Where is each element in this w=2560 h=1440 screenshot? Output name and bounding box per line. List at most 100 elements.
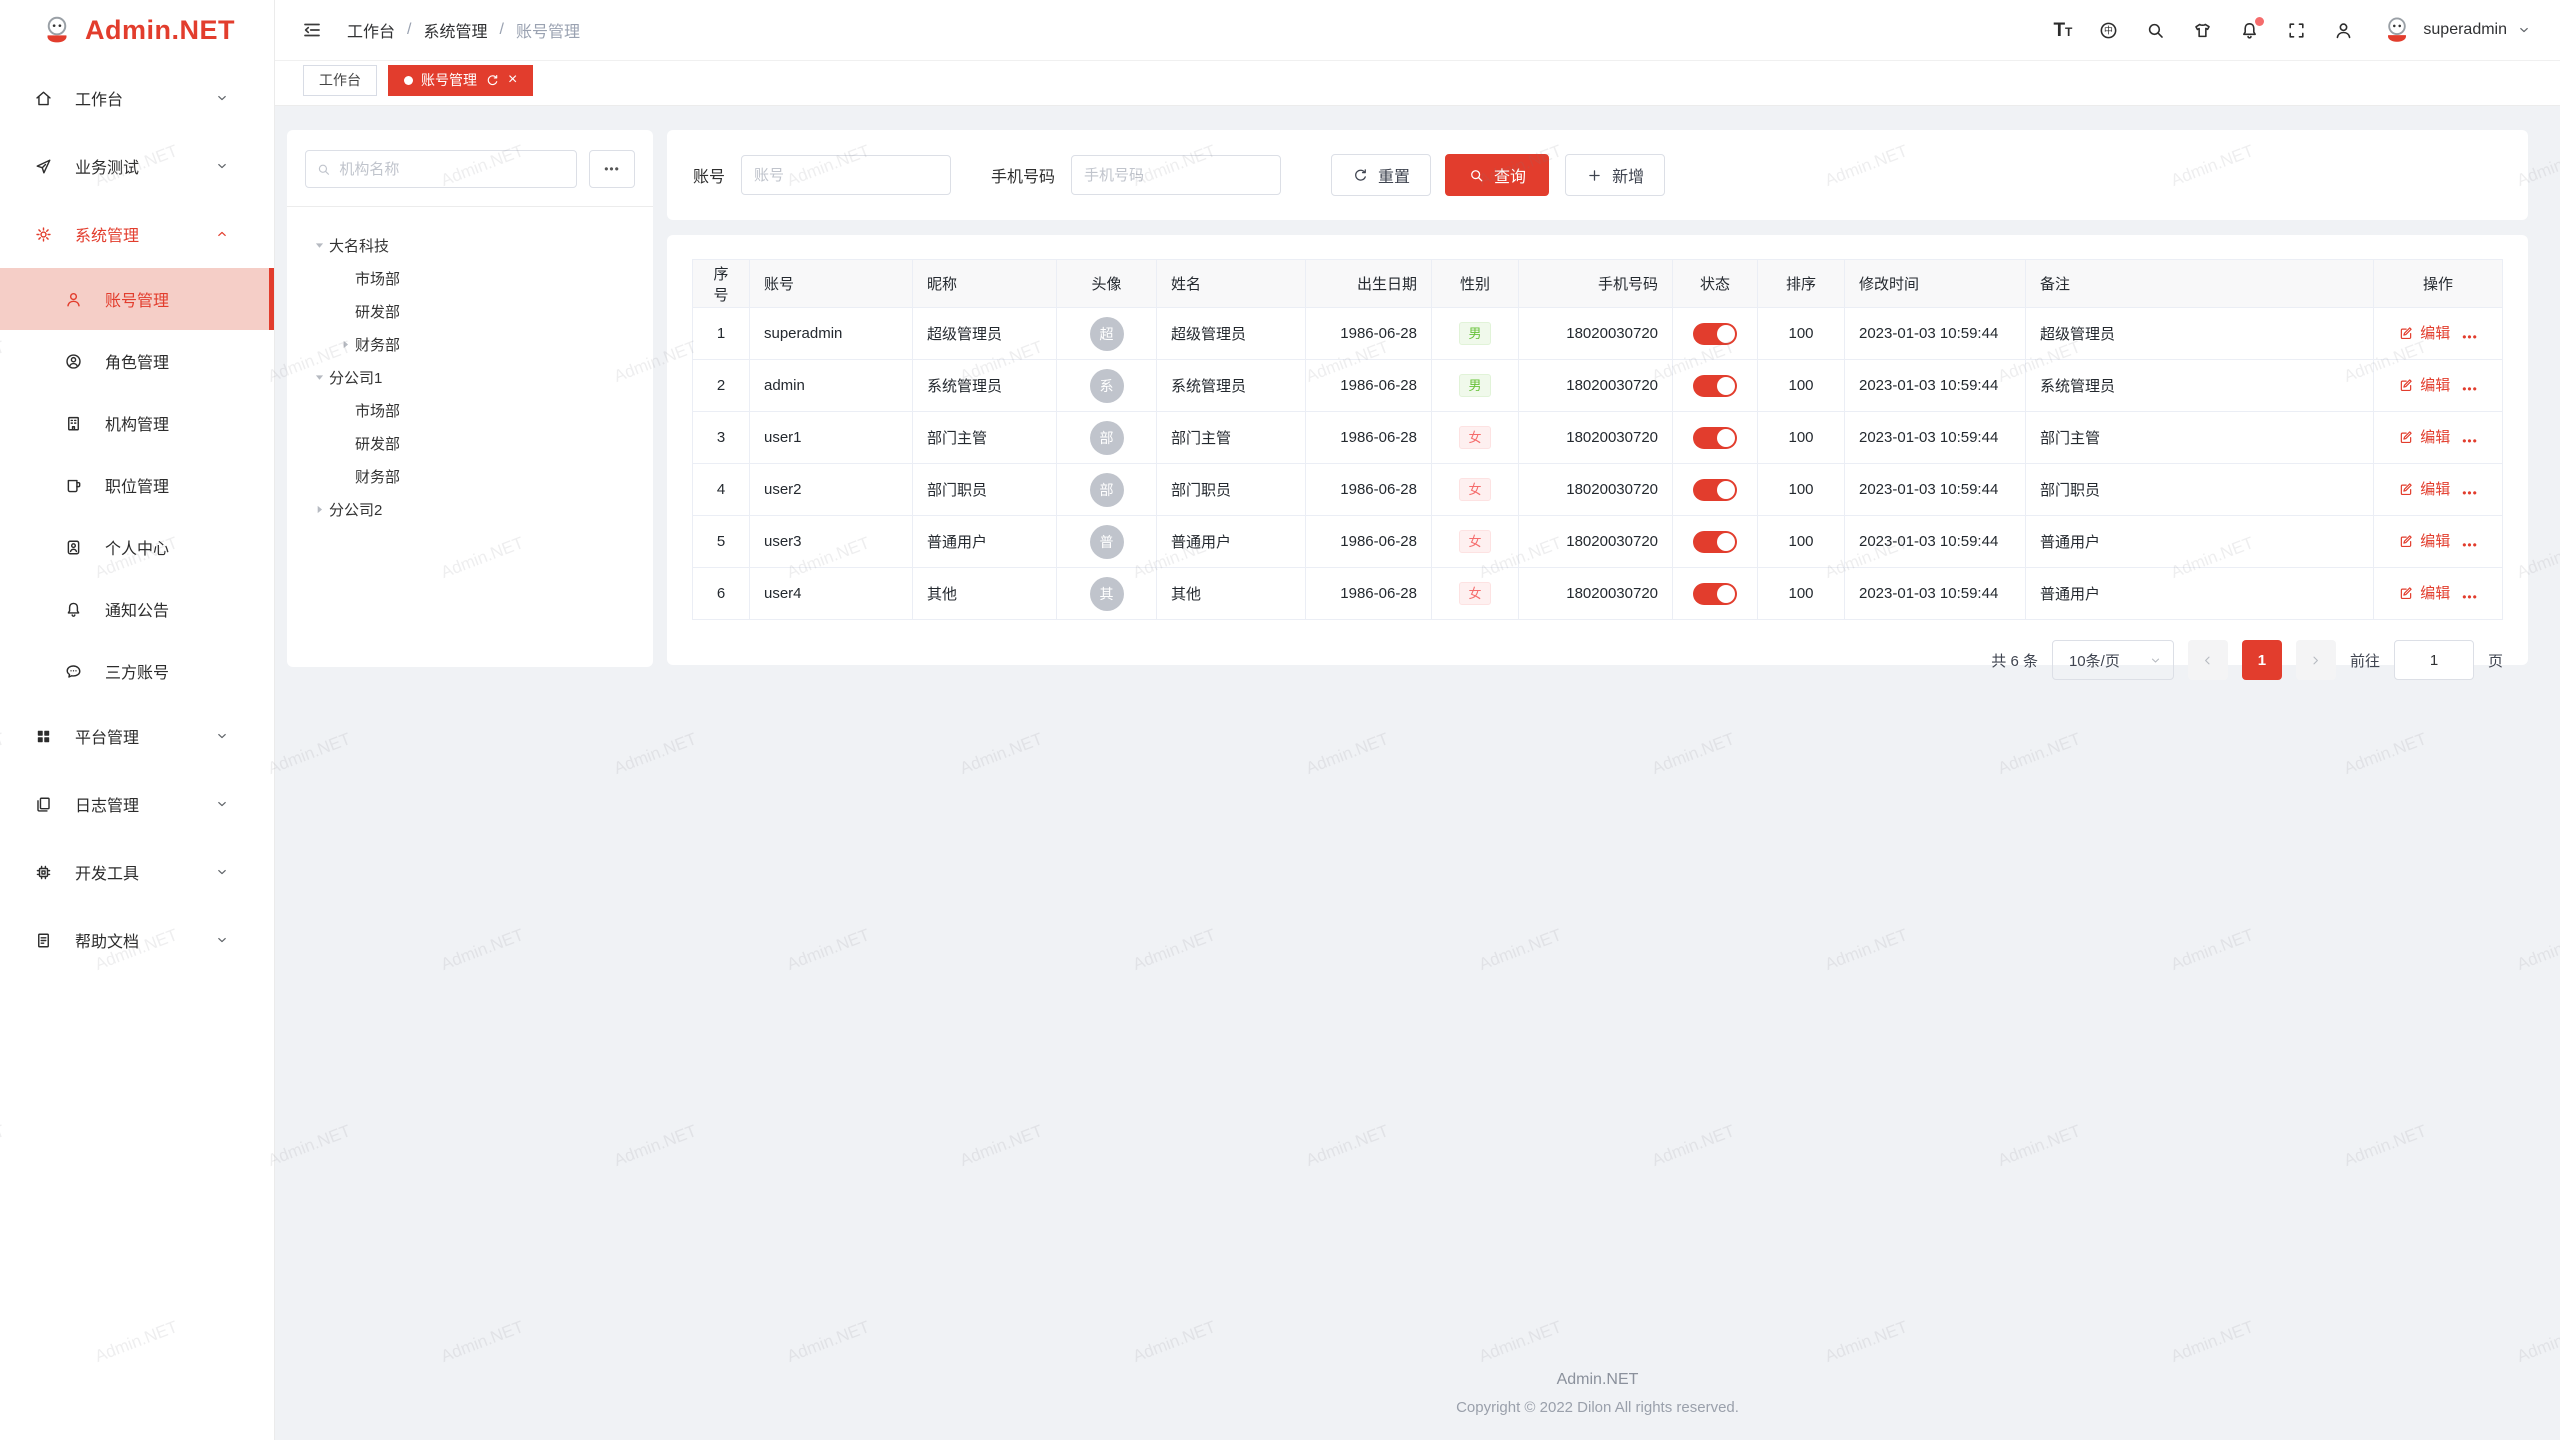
tree-node-研发部[interactable]: 研发部 xyxy=(309,295,645,328)
sidebar-item-label: 通知公告 xyxy=(105,597,169,621)
sidebar-item-日志管理[interactable]: 日志管理 xyxy=(0,770,274,838)
status-toggle[interactable] xyxy=(1693,323,1737,345)
theme-button[interactable] xyxy=(2192,20,2213,41)
edit-button[interactable]: 编辑 xyxy=(2398,426,2450,447)
cell-action: 编辑 ••• xyxy=(2374,516,2503,568)
sidebar-item-三方账号[interactable]: 三方账号 xyxy=(0,640,274,702)
edit-button[interactable]: 编辑 xyxy=(2398,582,2450,603)
sidebar-item-平台管理[interactable]: 平台管理 xyxy=(0,702,274,770)
tree-node-研发部[interactable]: 研发部 xyxy=(309,427,645,460)
sidebar-item-职位管理[interactable]: 职位管理 xyxy=(0,454,274,516)
language-button[interactable]: 中 xyxy=(2098,20,2119,41)
status-toggle[interactable] xyxy=(1693,375,1737,397)
status-toggle[interactable] xyxy=(1693,583,1737,605)
tree-node-大名科技[interactable]: 大名科技 xyxy=(309,229,645,262)
chat-icon xyxy=(64,662,83,681)
query-button[interactable]: 查询 xyxy=(1445,154,1549,196)
search-button[interactable] xyxy=(2145,20,2166,41)
tree-node-财务部[interactable]: 财务部 xyxy=(309,328,645,361)
tab-工作台[interactable]: 工作台 xyxy=(303,65,377,96)
tree-node-市场部[interactable]: 市场部 xyxy=(309,394,645,427)
sidebar-item-机构管理[interactable]: 机构管理 xyxy=(0,392,274,454)
phone-filter-input[interactable] xyxy=(1071,155,1281,195)
page-unit-label: 页 xyxy=(2488,650,2503,671)
edit-button[interactable]: 编辑 xyxy=(2398,478,2450,499)
org-search-input[interactable] xyxy=(339,161,566,178)
more-actions-button[interactable]: ••• xyxy=(2462,486,2478,500)
prev-page-button[interactable] xyxy=(2188,640,2228,680)
table-row-user1: 3user1部门主管部部门主管1986-06-28女18020030720100… xyxy=(693,412,2503,464)
tree-node-分公司1[interactable]: 分公司1 xyxy=(309,361,645,394)
cell-remark: 部门主管 xyxy=(2026,412,2374,464)
sidebar-item-通知公告[interactable]: 通知公告 xyxy=(0,578,274,640)
cell-name: 其他 xyxy=(1157,568,1306,620)
tab-账号管理[interactable]: 账号管理× xyxy=(388,65,533,96)
more-actions-button[interactable]: ••• xyxy=(2462,330,2478,344)
sidebar-item-个人中心[interactable]: 个人中心 xyxy=(0,516,274,578)
cell-status xyxy=(1673,308,1758,360)
page-1-button[interactable]: 1 xyxy=(2242,640,2282,680)
notification-button[interactable] xyxy=(2239,20,2260,41)
grid-icon xyxy=(34,727,53,746)
column-header-备注: 备注 xyxy=(2026,260,2374,308)
fullscreen-button[interactable] xyxy=(2286,20,2307,41)
edit-button[interactable]: 编辑 xyxy=(2398,530,2450,551)
sidebar-item-label: 角色管理 xyxy=(105,349,169,373)
breadcrumb-item[interactable]: 工作台 xyxy=(347,18,395,42)
column-header-出生日期: 出生日期 xyxy=(1306,260,1432,308)
user-menu[interactable]: superadmin xyxy=(2380,13,2532,47)
sidebar-item-角色管理[interactable]: 角色管理 xyxy=(0,330,274,392)
edit-button[interactable]: 编辑 xyxy=(2398,322,2450,343)
org-search-box[interactable] xyxy=(305,150,577,188)
sidebar-item-label: 开发工具 xyxy=(75,860,139,884)
more-actions-button[interactable]: ••• xyxy=(2462,434,2478,448)
cell-index: 1 xyxy=(693,308,750,360)
menu-collapse-button[interactable] xyxy=(301,19,323,41)
cell-index: 3 xyxy=(693,412,750,464)
reset-button[interactable]: 重置 xyxy=(1331,154,1431,196)
profile-button[interactable] xyxy=(2333,20,2354,41)
cell-remark: 部门职员 xyxy=(2026,464,2374,516)
content: ••• 大名科技市场部研发部财务部分公司1市场部研发部财务部分公司2 账号 手机… xyxy=(275,106,2560,1440)
close-icon[interactable]: × xyxy=(508,72,517,88)
tree-node-分公司2[interactable]: 分公司2 xyxy=(309,493,645,526)
search-icon xyxy=(316,161,331,178)
org-more-button[interactable]: ••• xyxy=(589,150,635,188)
status-toggle[interactable] xyxy=(1693,479,1737,501)
org-tree: 大名科技市场部研发部财务部分公司1市场部研发部财务部分公司2 xyxy=(287,207,653,526)
sidebar-item-工作台[interactable]: 工作台 xyxy=(0,64,274,132)
gender-badge: 女 xyxy=(1459,426,1490,449)
topbar: 工作台/系统管理/账号管理 TT中 superadmin xyxy=(275,0,2560,60)
sidebar-item-系统管理[interactable]: 系统管理 xyxy=(0,200,274,268)
avatar: 部 xyxy=(1090,473,1124,507)
account-filter-input[interactable] xyxy=(741,155,951,195)
cell-modified: 2023-01-03 10:59:44 xyxy=(1845,308,2026,360)
cell-remark: 超级管理员 xyxy=(2026,308,2374,360)
accounts-table-card: 序号账号昵称头像姓名出生日期性别手机号码状态排序修改时间备注操作 1supera… xyxy=(667,235,2528,665)
cell-account: user3 xyxy=(750,516,913,568)
goto-page-input[interactable] xyxy=(2394,640,2474,680)
font-size-button[interactable]: TT xyxy=(2053,21,2072,40)
status-toggle[interactable] xyxy=(1693,427,1737,449)
next-page-button[interactable] xyxy=(2296,640,2336,680)
breadcrumb-item[interactable]: 系统管理 xyxy=(423,18,487,42)
more-actions-button[interactable]: ••• xyxy=(2462,590,2478,604)
edit-button[interactable]: 编辑 xyxy=(2398,374,2450,395)
status-toggle[interactable] xyxy=(1693,531,1737,553)
app-logo-text: Admin.NET xyxy=(85,15,235,46)
page-size-select[interactable]: 10条/页 xyxy=(2052,640,2174,680)
home-icon xyxy=(34,89,53,108)
app-logo[interactable]: Admin.NET xyxy=(0,0,274,60)
tree-node-财务部[interactable]: 财务部 xyxy=(309,460,645,493)
column-header-序号: 序号 xyxy=(693,260,750,308)
sidebar-item-账号管理[interactable]: 账号管理 xyxy=(0,268,274,330)
sidebar-item-开发工具[interactable]: 开发工具 xyxy=(0,838,274,906)
add-button[interactable]: 新增 xyxy=(1565,154,1665,196)
main-area: 工作台/系统管理/账号管理 TT中 superadmin 工作台账号管理× xyxy=(275,0,2560,1440)
more-actions-button[interactable]: ••• xyxy=(2462,382,2478,396)
tree-node-市场部[interactable]: 市场部 xyxy=(309,262,645,295)
sidebar-item-帮助文档[interactable]: 帮助文档 xyxy=(0,906,274,974)
phone-filter-label: 手机号码 xyxy=(991,163,1055,187)
more-actions-button[interactable]: ••• xyxy=(2462,538,2478,552)
sidebar-item-业务测试[interactable]: 业务测试 xyxy=(0,132,274,200)
